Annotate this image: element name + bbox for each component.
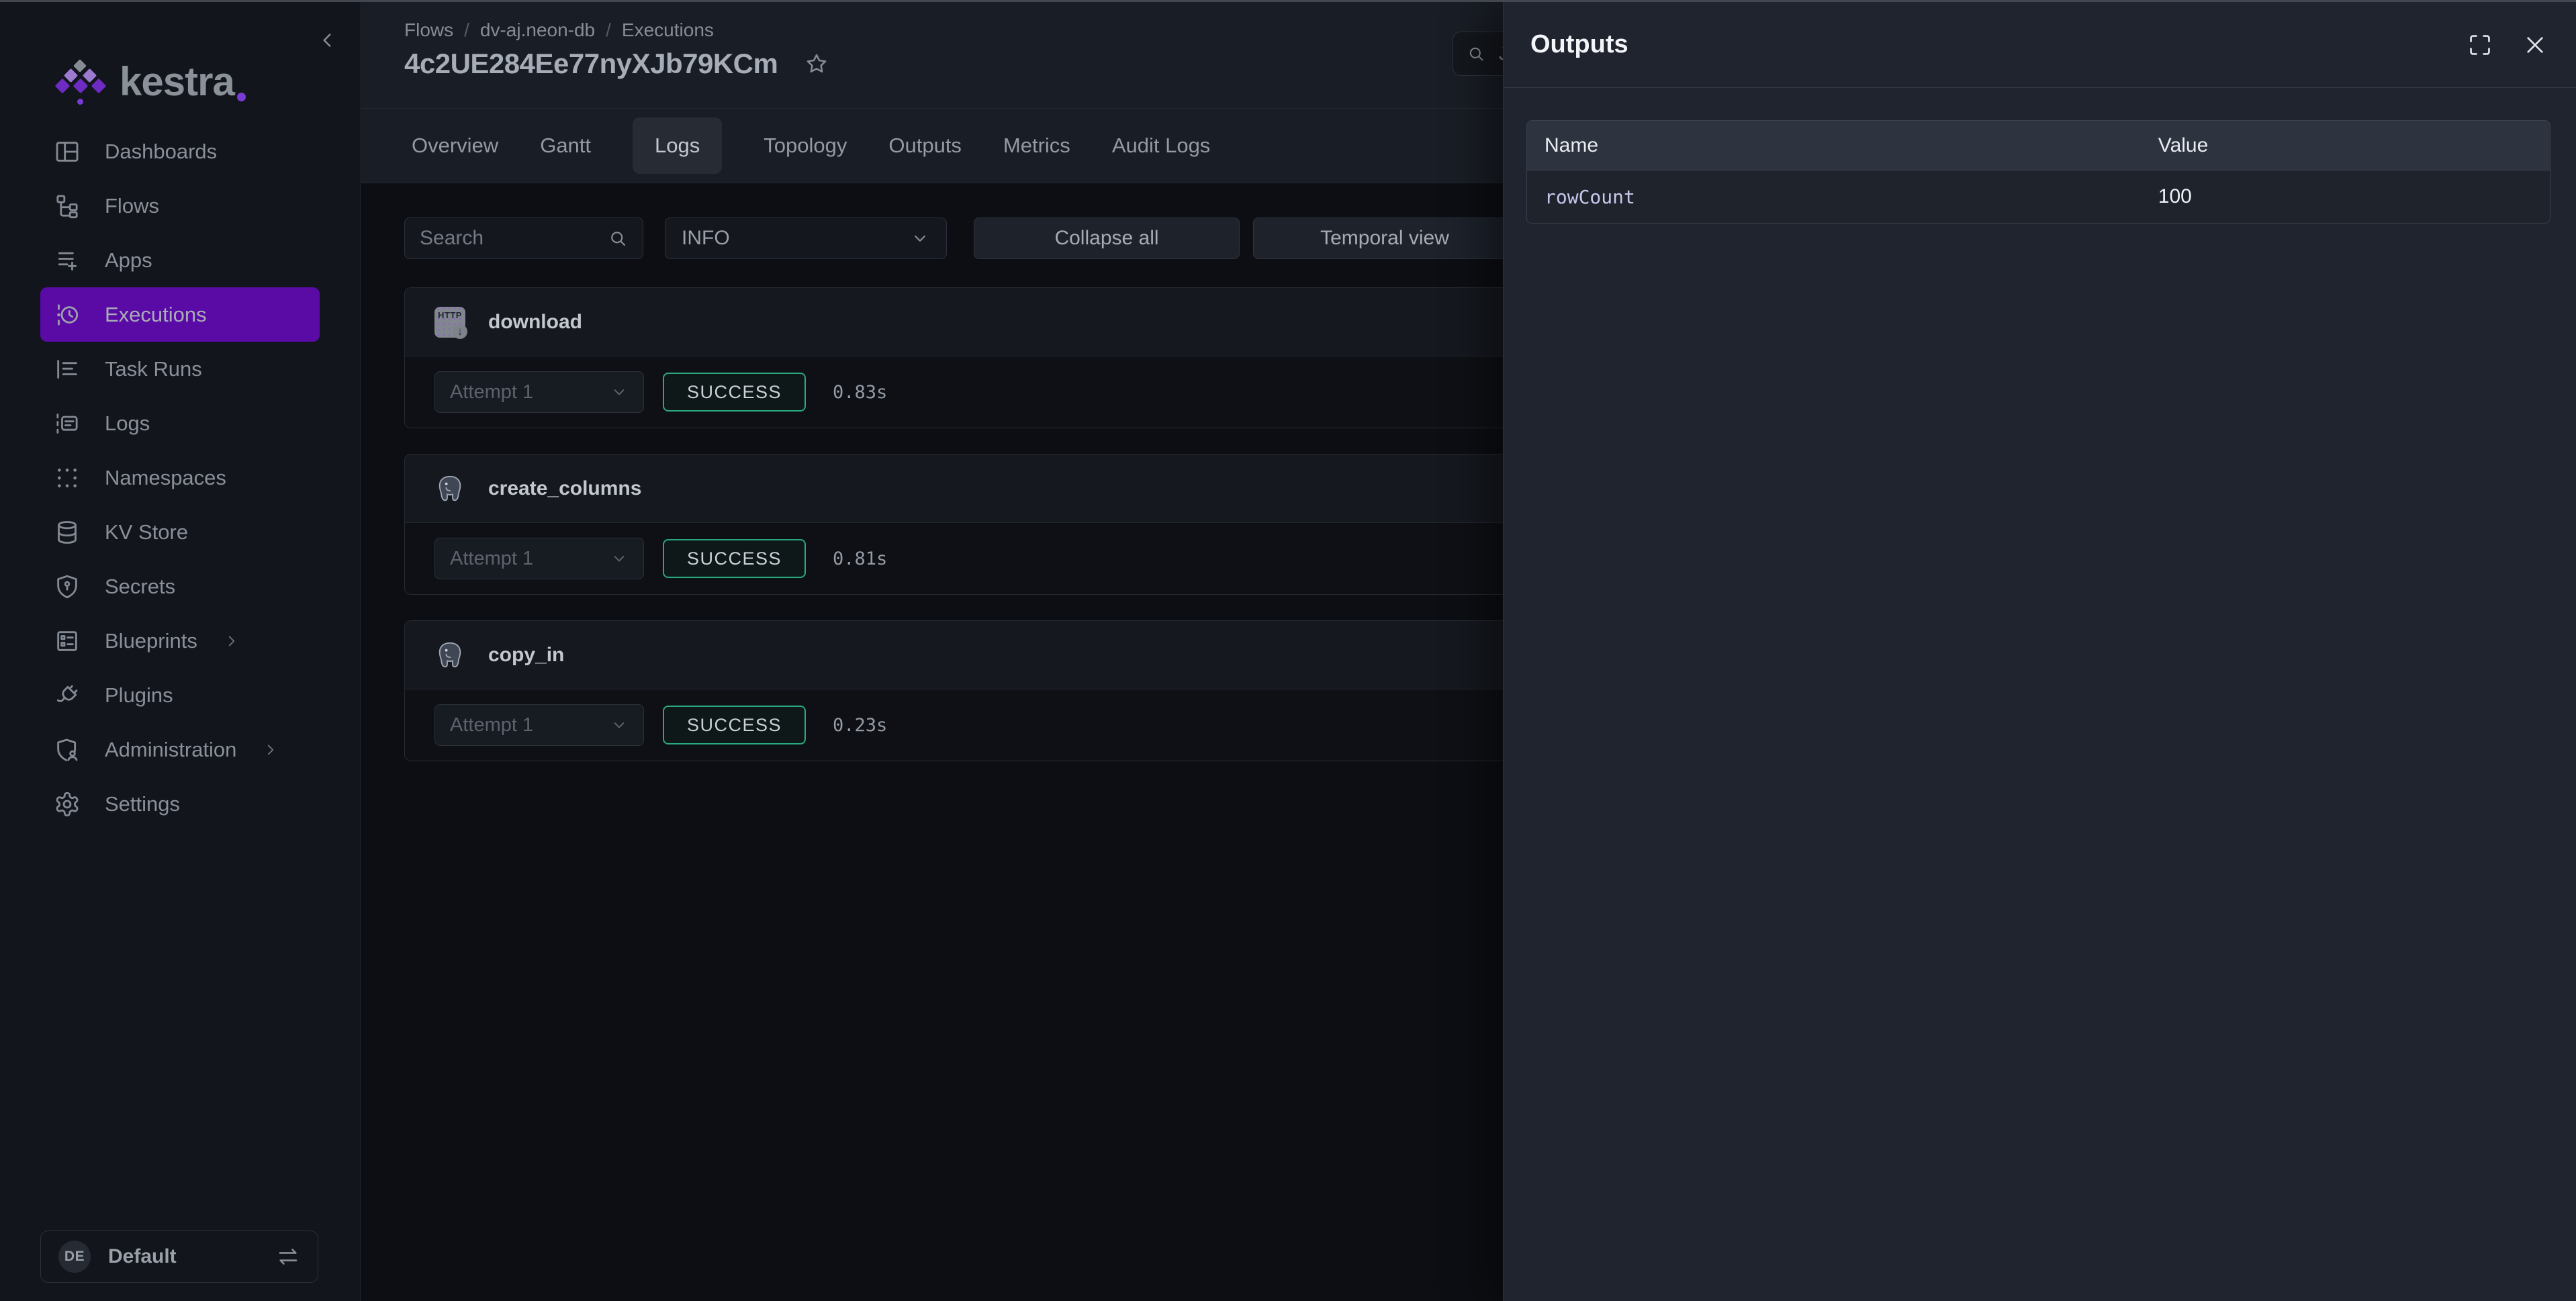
sidebar-item-logs[interactable]: Logs — [40, 396, 320, 450]
chevron-down-icon — [910, 228, 930, 248]
plugins-icon — [54, 682, 81, 709]
table-row: rowCount 100 — [1527, 171, 2550, 223]
download-arrow-icon: ↓ — [453, 324, 467, 339]
sidebar-item-settings[interactable]: Settings — [40, 777, 320, 831]
close-panel-button[interactable] — [2522, 32, 2548, 58]
sidebar-collapse-button[interactable] — [312, 25, 342, 56]
postgres-icon — [434, 473, 465, 504]
output-value: 100 — [2141, 185, 2550, 208]
attempt-select[interactable]: Attempt 1 — [434, 371, 644, 413]
blueprints-icon — [54, 628, 81, 655]
outputs-table-header: Name Value — [1527, 121, 2550, 171]
executions-icon — [54, 301, 81, 328]
execution-id-title: 4c2UE284Ee77nyXJb79KCm — [404, 48, 778, 80]
sidebar-item-flows[interactable]: Flows — [40, 179, 320, 233]
breadcrumb-separator: / — [464, 19, 469, 41]
breadcrumb-namespace[interactable]: dv-aj.neon-db — [480, 19, 595, 41]
chevron-down-icon — [610, 549, 629, 568]
star-icon — [804, 52, 829, 76]
attempt-select[interactable]: Attempt 1 — [434, 704, 644, 746]
breadcrumb-executions[interactable]: Executions — [622, 19, 714, 41]
task-duration: 0.23s — [833, 715, 887, 736]
column-header-name: Name — [1527, 134, 2141, 157]
log-level-value: INFO — [682, 227, 730, 250]
task-name: download — [488, 311, 582, 334]
window-top-strip — [0, 0, 2576, 2]
tab-gantt[interactable]: Gantt — [540, 134, 591, 158]
column-header-value: Value — [2141, 134, 2550, 157]
log-search-box — [404, 218, 643, 259]
task-duration: 0.81s — [833, 548, 887, 569]
breadcrumb-flows[interactable]: Flows — [404, 19, 453, 41]
close-icon — [2522, 32, 2548, 58]
search-icon — [608, 228, 628, 248]
kestra-logo: kestra — [59, 61, 246, 105]
chevron-down-icon — [610, 716, 629, 734]
kv-store-icon — [54, 519, 81, 546]
expand-icon — [2467, 32, 2493, 58]
flows-icon — [54, 193, 81, 220]
sidebar-item-kv-store[interactable]: KV Store — [40, 505, 320, 559]
outputs-panel-title: Outputs — [1530, 30, 1628, 59]
tab-logs[interactable]: Logs — [633, 117, 722, 174]
namespaces-icon — [54, 465, 81, 491]
search-icon — [1467, 44, 1485, 63]
log-level-select[interactable]: INFO — [665, 218, 947, 259]
temporal-view-button[interactable]: Temporal view — [1253, 218, 1516, 259]
favorite-star-button[interactable] — [804, 52, 829, 76]
sidebar-item-apps[interactable]: Apps — [40, 233, 320, 287]
collapse-all-button[interactable]: Collapse all — [974, 218, 1240, 259]
logs-icon — [54, 410, 81, 437]
output-name: rowCount — [1527, 186, 2141, 208]
status-badge: SUCCESS — [663, 706, 806, 744]
apps-icon — [54, 247, 81, 274]
sidebar-item-secrets[interactable]: Secrets — [40, 559, 320, 614]
sidebar-menu: Dashboards Flows Apps Executions Task Ru… — [0, 124, 360, 831]
chevron-right-icon — [262, 741, 279, 759]
kestra-logo-dot — [237, 93, 246, 101]
kestra-logo-mark — [59, 61, 101, 105]
tenant-name: Default — [108, 1245, 177, 1268]
task-runs-icon — [54, 356, 81, 383]
tab-outputs[interactable]: Outputs — [888, 134, 962, 158]
tab-metrics[interactable]: Metrics — [1003, 134, 1070, 158]
switch-tenant-icon — [276, 1245, 300, 1269]
chevron-left-icon — [316, 29, 338, 52]
sidebar-item-blueprints[interactable]: Blueprints — [40, 614, 320, 668]
tab-overview[interactable]: Overview — [412, 134, 498, 158]
tab-audit-logs[interactable]: Audit Logs — [1112, 134, 1211, 158]
administration-icon — [54, 736, 81, 763]
sidebar: kestra Dashboards Flows Apps Execu — [0, 2, 361, 1301]
outputs-panel-header: Outputs — [1504, 2, 2576, 88]
secrets-icon — [54, 573, 81, 600]
http-download-icon: HTTP ↓ — [434, 307, 465, 338]
tenant-avatar: DE — [58, 1241, 91, 1273]
task-name: copy_in — [488, 644, 564, 667]
sidebar-item-executions[interactable]: Executions — [40, 287, 320, 342]
task-name: create_columns — [488, 477, 641, 500]
dashboards-icon — [54, 138, 81, 165]
sidebar-item-namespaces[interactable]: Namespaces — [40, 450, 320, 505]
attempt-select[interactable]: Attempt 1 — [434, 538, 644, 579]
outputs-table: Name Value rowCount 100 — [1526, 120, 2550, 224]
status-badge: SUCCESS — [663, 539, 806, 578]
log-search-input[interactable] — [420, 227, 608, 250]
outputs-panel-body: Name Value rowCount 100 — [1504, 88, 2576, 224]
outputs-panel: Outputs Name Value rowCount 100 — [1503, 2, 2576, 1301]
chevron-down-icon — [610, 383, 629, 401]
postgres-icon — [434, 640, 465, 671]
settings-icon — [54, 791, 81, 818]
status-badge: SUCCESS — [663, 373, 806, 412]
tab-topology[interactable]: Topology — [764, 134, 847, 158]
expand-panel-button[interactable] — [2467, 32, 2493, 58]
tenant-selector[interactable]: DE Default — [40, 1231, 318, 1283]
sidebar-item-administration[interactable]: Administration — [40, 722, 320, 777]
sidebar-item-task-runs[interactable]: Task Runs — [40, 342, 320, 396]
task-duration: 0.83s — [833, 382, 887, 403]
breadcrumb-separator: / — [606, 19, 611, 41]
sidebar-item-dashboards[interactable]: Dashboards — [40, 124, 320, 179]
sidebar-item-plugins[interactable]: Plugins — [40, 668, 320, 722]
kestra-logo-text: kestra — [120, 61, 234, 103]
chevron-right-icon — [223, 632, 240, 650]
